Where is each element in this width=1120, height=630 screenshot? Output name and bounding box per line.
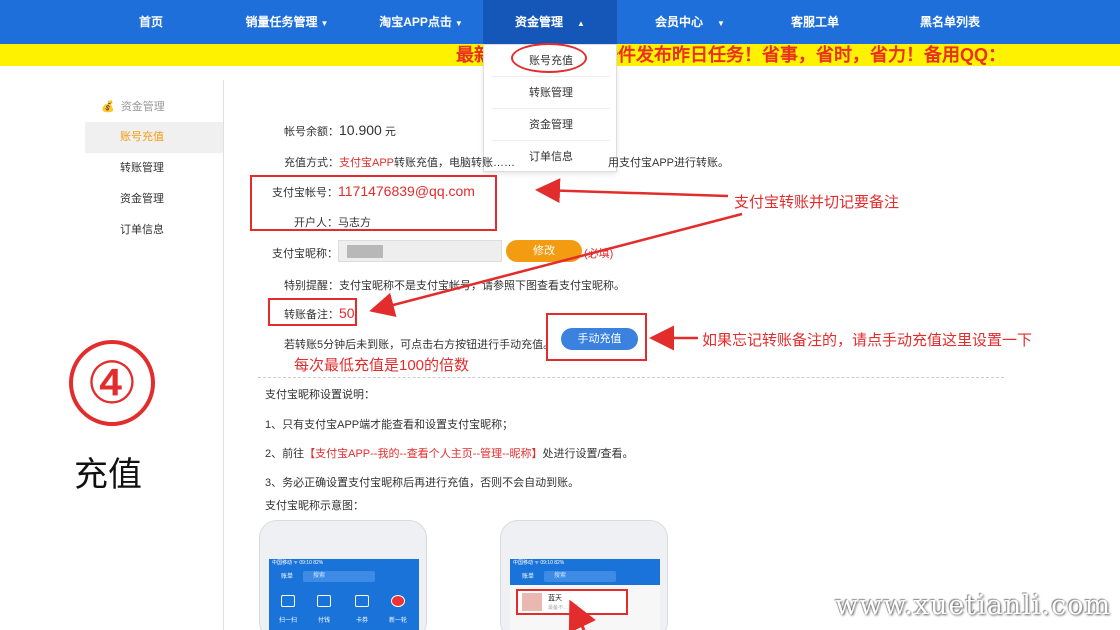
arrow-to-remark (369, 212, 743, 318)
arrow-to-account (535, 178, 729, 204)
annotation-arrows (369, 178, 743, 630)
arrow-to-profile (568, 599, 596, 630)
watermark: www.xuetianli.com (835, 590, 1112, 621)
